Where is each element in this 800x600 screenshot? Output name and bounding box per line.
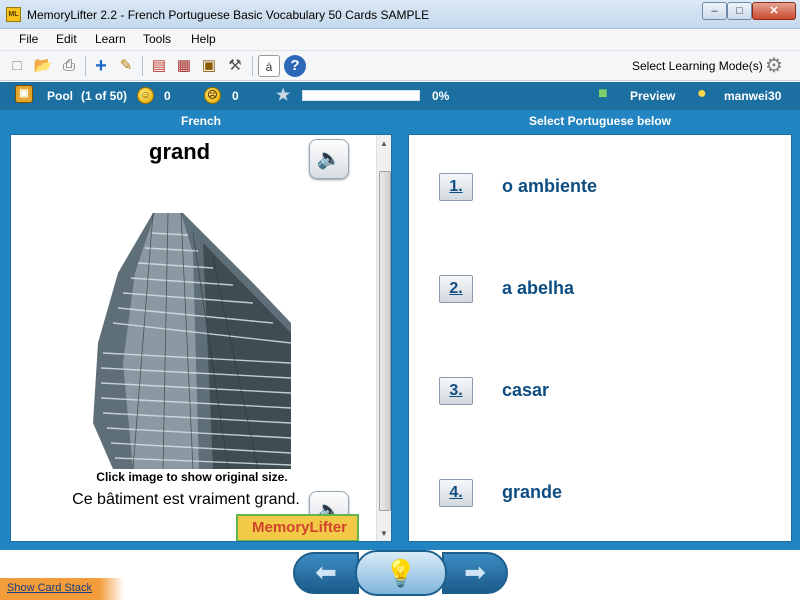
presentation-icon[interactable]: ▤	[148, 55, 170, 77]
user-name: manwei30	[724, 89, 782, 103]
question-pane: grand 🔈 Click image to show original siz…	[10, 134, 392, 542]
menu-tools[interactable]: Tools	[143, 32, 171, 46]
minimize-button[interactable]: –	[702, 2, 727, 20]
wrong-count: 0	[232, 89, 239, 103]
menu-file[interactable]: File	[19, 32, 38, 46]
learning-mode-gear-icon[interactable]: ⚙	[762, 54, 786, 78]
statistics-icon[interactable]: ▦	[173, 55, 195, 77]
answer-number-button[interactable]: 3.	[439, 377, 473, 405]
toolbar-separator	[85, 56, 86, 76]
image-caption: Click image to show original size.	[96, 470, 288, 484]
answer-option[interactable]: 2. a abelha	[439, 275, 779, 305]
question-header: French	[180, 114, 221, 128]
answer-text[interactable]: grande	[502, 482, 562, 503]
open-folder-icon[interactable]: 📂	[32, 55, 54, 77]
help-icon[interactable]: ?	[284, 55, 306, 77]
progress-text: 0%	[432, 89, 450, 103]
new-file-icon[interactable]: □	[6, 55, 28, 77]
menu-bar: File Edit Learn Tools Help	[0, 29, 800, 51]
add-card-icon[interactable]: +	[90, 55, 112, 77]
answer-text[interactable]: o ambiente	[502, 176, 597, 197]
edit-card-icon[interactable]: ✎	[115, 55, 137, 77]
scroll-up-arrow-icon[interactable]: ▲	[380, 139, 388, 148]
toolbar-separator	[142, 56, 143, 76]
preview-label[interactable]: Preview	[630, 89, 675, 103]
menu-edit[interactable]: Edit	[56, 32, 77, 46]
toolbar-separator	[252, 56, 253, 76]
answer-pane: 1. o ambiente 2. a abelha 3. casar 4. gr…	[408, 134, 792, 542]
correct-count: 0	[164, 89, 171, 103]
answer-option[interactable]: 1. o ambiente	[439, 173, 779, 203]
answer-header: Select Portuguese below	[528, 114, 672, 128]
title-bar: ML MemoryLifter 2.2 - French Portuguese …	[0, 0, 800, 29]
special-character-icon[interactable]: á	[258, 55, 280, 77]
maximize-button[interactable]: □	[727, 2, 752, 20]
hint-lightbulb-icon[interactable]: 💡	[355, 550, 447, 596]
star-icon: ★	[276, 87, 291, 104]
preview-icon[interactable]: ■	[598, 85, 608, 103]
pool-count: (1 of 50)	[81, 89, 128, 103]
question-word: grand	[149, 139, 211, 164]
answer-number-button[interactable]: 2.	[439, 275, 473, 303]
building-image[interactable]	[93, 213, 291, 469]
close-button[interactable]: ✕	[752, 2, 796, 20]
user-icon: ●	[697, 85, 707, 102]
print-icon[interactable]: ⎙	[58, 55, 80, 77]
answer-option[interactable]: 4. grande	[439, 479, 779, 509]
memorylifter-logo: MemoryLifter	[236, 514, 359, 541]
correct-smiley-icon: ☺	[137, 87, 154, 104]
menu-help[interactable]: Help	[191, 32, 216, 46]
scroll-thumb[interactable]	[379, 171, 391, 511]
scroll-down-arrow-icon[interactable]: ▼	[380, 529, 388, 538]
example-sentence: Ce bâtiment est vraiment grand.	[72, 491, 300, 508]
menu-learn[interactable]: Learn	[95, 32, 126, 46]
toolbar: □ 📂 ⎙ + ✎ ▤ ▦ ▣ ⚒ á ? Select Learning Mo…	[0, 51, 800, 81]
answer-option[interactable]: 3. casar	[439, 377, 779, 407]
answer-text[interactable]: casar	[502, 380, 549, 401]
wrong-smiley-icon: ☹	[204, 87, 221, 104]
pool-icon: ▣	[15, 85, 33, 103]
next-arrow-icon[interactable]: ➡	[442, 552, 508, 594]
tools-icon[interactable]: ⚒	[224, 55, 246, 77]
show-card-stack-tab[interactable]: Show Card Stack	[0, 578, 124, 600]
play-word-audio-button[interactable]: 🔈	[309, 139, 349, 179]
answer-number-button[interactable]: 4.	[439, 479, 473, 507]
answer-text[interactable]: a abelha	[502, 278, 574, 299]
question-scrollbar[interactable]: ▲ ▼	[376, 135, 391, 541]
show-card-stack-link[interactable]: Show Card Stack	[7, 582, 92, 594]
pool-label: Pool	[47, 89, 73, 103]
card-stack-icon[interactable]: ▣	[198, 55, 220, 77]
answer-number-button[interactable]: 1.	[439, 173, 473, 201]
app-icon: ML	[6, 7, 21, 22]
learning-mode-label[interactable]: Select Learning Mode(s)	[632, 59, 763, 73]
progress-bar	[302, 90, 420, 101]
previous-arrow-icon[interactable]: ⬅	[293, 552, 359, 594]
window-title: MemoryLifter 2.2 - French Portuguese Bas…	[27, 8, 430, 22]
